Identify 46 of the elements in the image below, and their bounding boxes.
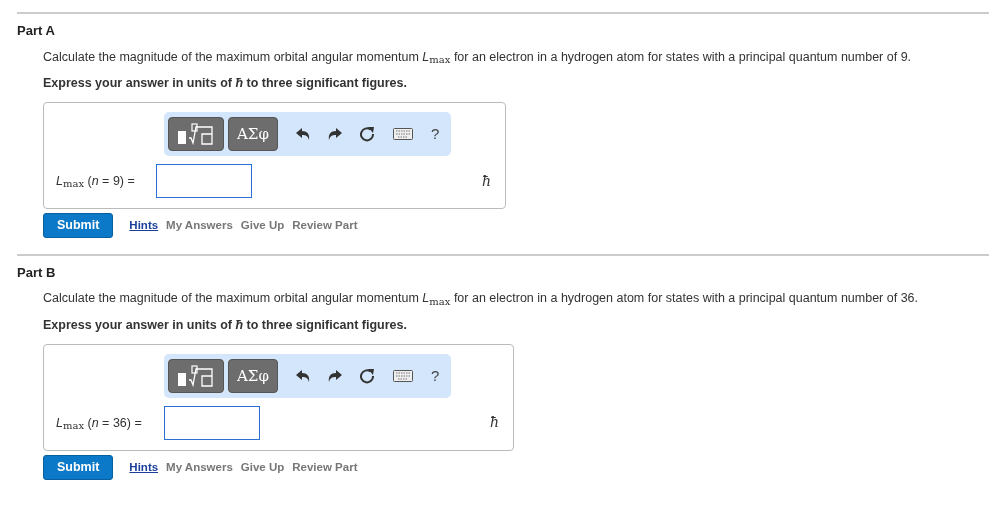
action-link[interactable]: Hints <box>129 216 159 235</box>
help-button[interactable]: ? <box>430 364 440 388</box>
part-title: Part B <box>17 264 57 281</box>
symbols-button[interactable]: ΑΣφ <box>228 117 278 152</box>
instruction-text: Express your answer in units of ħ to three significant figures. <box>43 317 408 335</box>
templates-icon <box>177 364 215 387</box>
redo-icon <box>327 128 342 141</box>
undo-button[interactable] <box>295 369 310 382</box>
answer-label: L$_{max}$ (n = 36) = <box>56 414 143 433</box>
redo-button[interactable] <box>327 128 342 141</box>
redo-icon <box>327 369 342 382</box>
reset-icon <box>359 367 375 384</box>
undo-button[interactable] <box>295 128 310 141</box>
keyboard-button[interactable] <box>392 128 413 141</box>
question-text: Calculate the magnitude of the maximum orbital angular momentum L$_{max}$ for an electron in a hydrogen atom for states with a principal quantum number of 36. <box>43 290 920 309</box>
submit-button[interactable]: Submit <box>43 454 114 480</box>
unit-label: ħ <box>490 413 500 433</box>
help-button[interactable]: ? <box>430 122 440 146</box>
keyboard-icon <box>392 369 413 382</box>
action-link[interactable]: Review Part <box>292 216 358 235</box>
keyboard-button[interactable] <box>392 369 413 382</box>
keyboard-icon <box>392 128 413 141</box>
undo-icon <box>295 128 310 141</box>
reset-button[interactable] <box>359 367 375 384</box>
action-link[interactable]: My Answers <box>166 216 233 235</box>
part-title: Part A <box>17 23 56 39</box>
reset-icon <box>359 126 375 143</box>
question-text: Calculate the magnitude of the maximum orbital angular momentum L$_{max}$ for an electron in a hydrogen atom for states with a principal quantum number of 9. <box>43 48 913 67</box>
templates-icon <box>177 123 215 146</box>
action-link[interactable]: Give Up <box>240 216 285 235</box>
templates-button[interactable] <box>168 117 224 152</box>
redo-button[interactable] <box>327 369 342 382</box>
reset-button[interactable] <box>359 126 375 143</box>
submit-button[interactable]: Submit <box>43 213 114 238</box>
action-link[interactable]: Hints <box>129 458 159 476</box>
unit-label: ħ <box>482 171 492 191</box>
undo-icon <box>295 369 310 382</box>
answer-field[interactable] <box>156 164 252 199</box>
action-link[interactable]: My Answers <box>166 458 233 476</box>
instruction-text: Express your answer in units of ħ to three significant figures. <box>43 75 408 93</box>
symbols-button[interactable]: ΑΣφ <box>228 358 278 393</box>
templates-button[interactable] <box>168 358 224 393</box>
action-link[interactable]: Give Up <box>240 458 285 476</box>
action-link[interactable]: Review Part <box>292 458 358 476</box>
answer-field[interactable] <box>164 405 260 440</box>
answer-label: L$_{max}$ (n = 9) = <box>56 172 136 191</box>
